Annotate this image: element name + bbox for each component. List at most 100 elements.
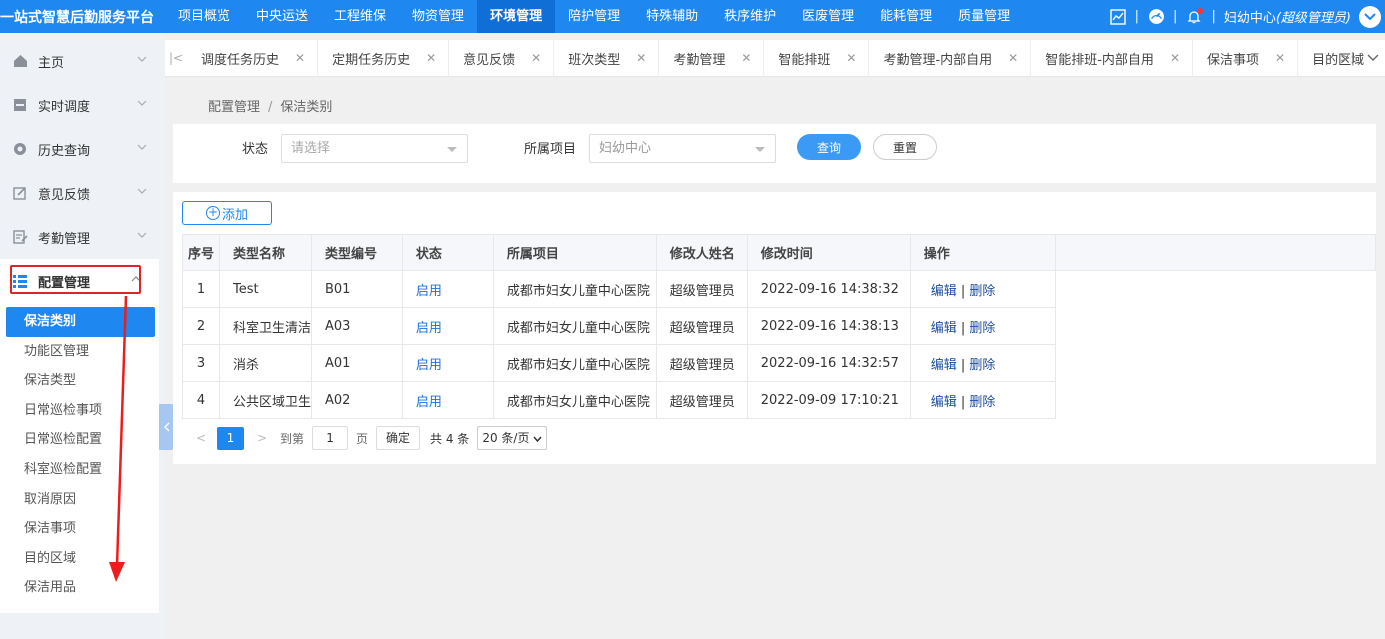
row-filler: [1055, 345, 1375, 382]
edit-link[interactable]: 编辑: [931, 395, 957, 410]
sidebar-group-attendance[interactable]: 考勤管理: [0, 215, 165, 259]
top-nav-item[interactable]: 质量管理: [945, 0, 1023, 33]
delete-link[interactable]: 删除: [969, 284, 995, 299]
add-button[interactable]: + 添加: [182, 201, 272, 225]
tab[interactable]: 定期任务历史 ✕: [318, 39, 450, 77]
tab[interactable]: 保洁事项 ✕: [1193, 39, 1299, 77]
submenu-item[interactable]: 功能区管理: [0, 337, 159, 367]
chevron-down-icon: [533, 436, 542, 443]
goto-page-input[interactable]: 1: [312, 426, 349, 450]
cell-status[interactable]: 启用: [401, 381, 494, 419]
table-row: 3 消杀 A01 启用 成都市妇女儿童中心医院 超级管理员 2022-09-16…: [182, 344, 1376, 382]
close-icon[interactable]: ✕: [846, 51, 856, 65]
cell-actions: 编辑 | 删除: [909, 344, 1056, 382]
goto-confirm-button[interactable]: 确定: [376, 426, 421, 450]
delete-link[interactable]: 删除: [969, 395, 995, 410]
top-nav-item[interactable]: 中央运送: [243, 0, 321, 33]
breadcrumb: 配置管理 / 保洁类别: [208, 96, 332, 115]
goto-label: 到第: [280, 431, 305, 446]
page-number-current[interactable]: 1: [217, 426, 244, 450]
tab-label: 智能排班-内部自用: [1045, 52, 1154, 68]
submenu-item[interactable]: 目的区域: [0, 544, 159, 574]
cell-status[interactable]: 启用: [401, 307, 494, 345]
submenu-item[interactable]: 科室巡检配置: [0, 455, 159, 485]
chevron-down-icon[interactable]: [1359, 5, 1381, 28]
chart-icon[interactable]: [1109, 8, 1127, 26]
cell-time: 2022-09-09 17:10:21: [746, 381, 911, 419]
top-nav-item[interactable]: 秩序维护: [711, 0, 789, 33]
tabs-scroll-left-icon[interactable]: |<: [165, 51, 187, 65]
sidebar-group-label: 意见反馈: [38, 187, 91, 203]
sidebar-group-label: 实时调度: [38, 99, 91, 115]
dashboard-icon[interactable]: [1147, 8, 1165, 26]
submenu-item[interactable]: 日常巡检配置: [0, 425, 159, 455]
sidebar-collapse-handle[interactable]: [159, 404, 174, 450]
chevron-down-icon[interactable]: [1361, 51, 1385, 66]
plus-circle-icon: +: [205, 205, 220, 220]
tab[interactable]: 班次类型 ✕: [554, 39, 660, 77]
tab[interactable]: 考勤管理-内部自用 ✕: [869, 39, 1032, 77]
sidebar-group-history[interactable]: 历史查询: [0, 127, 165, 171]
submenu-item[interactable]: 保洁类型: [0, 366, 159, 396]
delete-link[interactable]: 删除: [969, 321, 995, 336]
edit-link[interactable]: 编辑: [931, 321, 957, 336]
tab-label: 考勤管理: [673, 52, 726, 68]
edit-link[interactable]: 编辑: [931, 358, 957, 373]
edit-link[interactable]: 编辑: [931, 284, 957, 299]
close-icon[interactable]: ✕: [531, 51, 541, 65]
tab[interactable]: 意见反馈 ✕: [449, 39, 555, 77]
table-row: 2 科室卫生清洁 A03 启用 成都市妇女儿童中心医院 超级管理员 2022-0…: [182, 307, 1376, 345]
sidebar-group-dispatch[interactable]: 实时调度: [0, 83, 165, 127]
close-icon[interactable]: ✕: [1170, 51, 1180, 65]
top-nav-item[interactable]: 特殊辅助: [633, 0, 711, 33]
cell-status[interactable]: 启用: [401, 270, 494, 308]
tab[interactable]: 调度任务历史 ✕: [187, 39, 319, 77]
status-select[interactable]: 请选择: [281, 134, 468, 163]
top-nav-item[interactable]: 物资管理: [399, 0, 477, 33]
page-size-select[interactable]: 20 条/页: [477, 426, 548, 450]
tab[interactable]: 考勤管理 ✕: [659, 39, 765, 77]
current-user[interactable]: 妇幼中心(超级管理员): [1224, 7, 1351, 26]
tab[interactable]: 智能排班 ✕: [764, 39, 870, 77]
close-icon[interactable]: ✕: [741, 51, 751, 65]
next-page-icon[interactable]: >: [252, 431, 272, 445]
top-nav-item[interactable]: 陪护管理: [555, 0, 633, 33]
sidebar-group-label: 配置管理: [38, 275, 91, 291]
close-icon[interactable]: ✕: [426, 51, 436, 65]
project-select[interactable]: 妇幼中心: [589, 134, 776, 163]
submenu-item[interactable]: 日常巡检事项: [0, 396, 159, 426]
sidebar-group-feedback[interactable]: 意见反馈: [0, 171, 165, 215]
close-icon[interactable]: ✕: [1275, 51, 1285, 65]
delete-link[interactable]: 删除: [969, 358, 995, 373]
submenu-item-active[interactable]: 保洁类别: [6, 307, 155, 337]
top-nav-item[interactable]: 工程维保: [321, 0, 399, 33]
top-bar: 一站式智慧后勤服务平台 项目概览 中央运送 工程维保 物资管理 环境管理 陪护管…: [0, 0, 1385, 33]
tabs-scroll-right-icon[interactable]: >|: [1334, 51, 1361, 66]
submenu-item[interactable]: 取消原因: [0, 485, 159, 515]
cell-project: 成都市妇女儿童中心医院: [492, 381, 657, 419]
top-nav-item[interactable]: 项目概览: [165, 0, 243, 33]
sidebar-group-config[interactable]: 配置管理: [0, 259, 159, 303]
tab-label: 意见反馈: [463, 52, 516, 68]
bell-icon[interactable]: [1185, 7, 1204, 26]
submenu-item[interactable]: 保洁事项: [0, 514, 159, 544]
breadcrumb-parent[interactable]: 配置管理: [208, 100, 260, 115]
sidebar-group-home[interactable]: 主页: [0, 39, 165, 83]
config-submenu: 保洁类别 功能区管理 保洁类型 日常巡检事项 日常巡检配置 科室巡检配置 取消原…: [0, 303, 159, 613]
cell-status[interactable]: 启用: [401, 344, 494, 382]
pagination: < 1 > 到第 1 页 确定 共 4 条 20 条/页: [191, 426, 548, 450]
top-nav-item[interactable]: 能耗管理: [867, 0, 945, 33]
reset-button[interactable]: 重置: [873, 134, 937, 160]
prev-page-icon[interactable]: <: [191, 431, 211, 445]
close-icon[interactable]: ✕: [295, 51, 305, 65]
query-button[interactable]: 查询: [797, 134, 861, 160]
submenu-item[interactable]: 保洁用品: [0, 573, 159, 603]
separator: |: [1211, 9, 1216, 24]
top-nav-item[interactable]: 医废管理: [789, 0, 867, 33]
close-icon[interactable]: ✕: [1008, 51, 1018, 65]
top-nav-item-active[interactable]: 环境管理: [477, 0, 556, 33]
chevron-down-icon: [137, 142, 147, 153]
tab[interactable]: 智能排班-内部自用 ✕: [1031, 39, 1193, 77]
separator: |: [1173, 9, 1178, 24]
close-icon[interactable]: ✕: [636, 51, 646, 65]
